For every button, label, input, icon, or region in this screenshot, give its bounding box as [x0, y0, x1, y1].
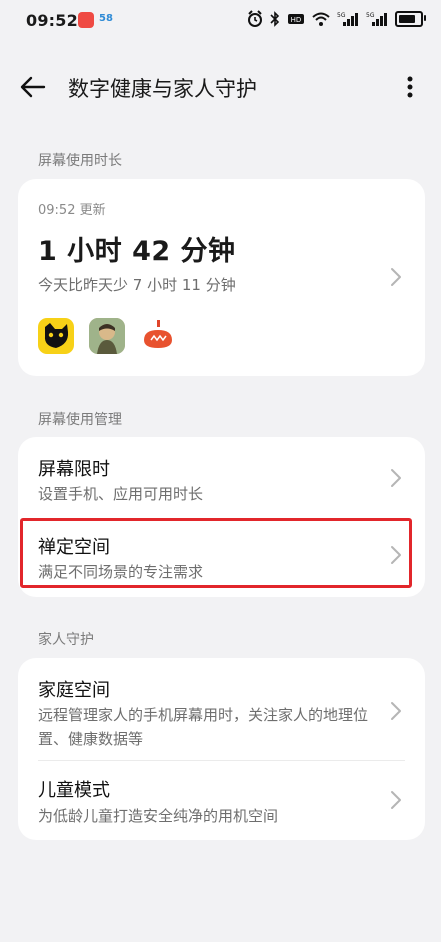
screen-time-card[interactable]: 09:52 更新 1 小时 42 分钟 今天比昨天少 7 小时 11 分钟 [18, 179, 425, 376]
signal-5g-icon: 5G [337, 12, 358, 26]
back-arrow-icon[interactable] [18, 72, 48, 102]
item-subtitle: 设置手机、应用可用时长 [38, 485, 204, 503]
section-label-management: 屏幕使用管理 [38, 412, 122, 428]
bluetooth-icon [270, 11, 280, 27]
screen-time-comparison: 今天比昨天少 7 小时 11 分钟 [38, 276, 236, 294]
alarm-icon [248, 10, 262, 27]
chevron-right-icon [391, 791, 401, 809]
chevron-right-icon [391, 268, 401, 286]
battery-icon [395, 11, 426, 27]
more-options-icon[interactable] [396, 72, 424, 102]
chevron-right-icon [391, 469, 401, 487]
list-item-kids-mode[interactable]: 儿童模式 为低龄儿童打造安全纯净的用机空间 [18, 761, 425, 840]
top-apps [38, 318, 176, 354]
tomato-app-icon[interactable] [140, 318, 176, 354]
status-time: 09:52 [26, 11, 78, 30]
family-card: 家庭空间 远程管理家人的手机屏幕用时，关注家人的地理位置、健康数据等 儿童模式 … [18, 658, 425, 840]
signal-5g-icon-2: 5G [366, 12, 387, 26]
wifi-icon [312, 12, 330, 26]
svg-text:5G: 5G [337, 12, 346, 19]
section-label-screen-time: 屏幕使用时长 [38, 153, 122, 169]
status-icons: HD 5G 5G [247, 10, 426, 28]
item-subtitle: 远程管理家人的手机屏幕用时，关注家人的地理位置、健康数据等 [38, 706, 369, 748]
svg-text:5G: 5G [366, 12, 375, 19]
updated-time: 09:52 更新 [38, 203, 106, 218]
highlight-box [20, 518, 412, 588]
total-screen-time: 1 小时 42 分钟 [38, 236, 236, 267]
page-title: 数字健康与家人守护 [68, 77, 257, 101]
notification-badge-text: 58 [99, 13, 113, 24]
list-item-family-space[interactable]: 家庭空间 远程管理家人的手机屏幕用时，关注家人的地理位置、健康数据等 [18, 658, 425, 759]
status-bar: 09:52 58 HD 5G 5G [0, 0, 441, 42]
notification-app-icon [78, 12, 94, 28]
list-item-screen-limit[interactable]: 屏幕限时 设置手机、应用可用时长 [18, 437, 425, 517]
hd-icon: HD [288, 14, 304, 24]
cat-app-icon[interactable] [38, 318, 74, 354]
game-app-icon[interactable] [89, 318, 125, 354]
app-header: 数字健康与家人守护 [0, 62, 441, 112]
item-title: 家庭空间 [38, 680, 110, 701]
item-title: 儿童模式 [38, 780, 110, 801]
svg-text:HD: HD [291, 16, 302, 24]
item-subtitle: 为低龄儿童打造安全纯净的用机空间 [38, 807, 279, 825]
chevron-right-icon [391, 702, 401, 720]
section-label-family: 家人守护 [38, 632, 94, 648]
item-title: 屏幕限时 [38, 459, 110, 480]
